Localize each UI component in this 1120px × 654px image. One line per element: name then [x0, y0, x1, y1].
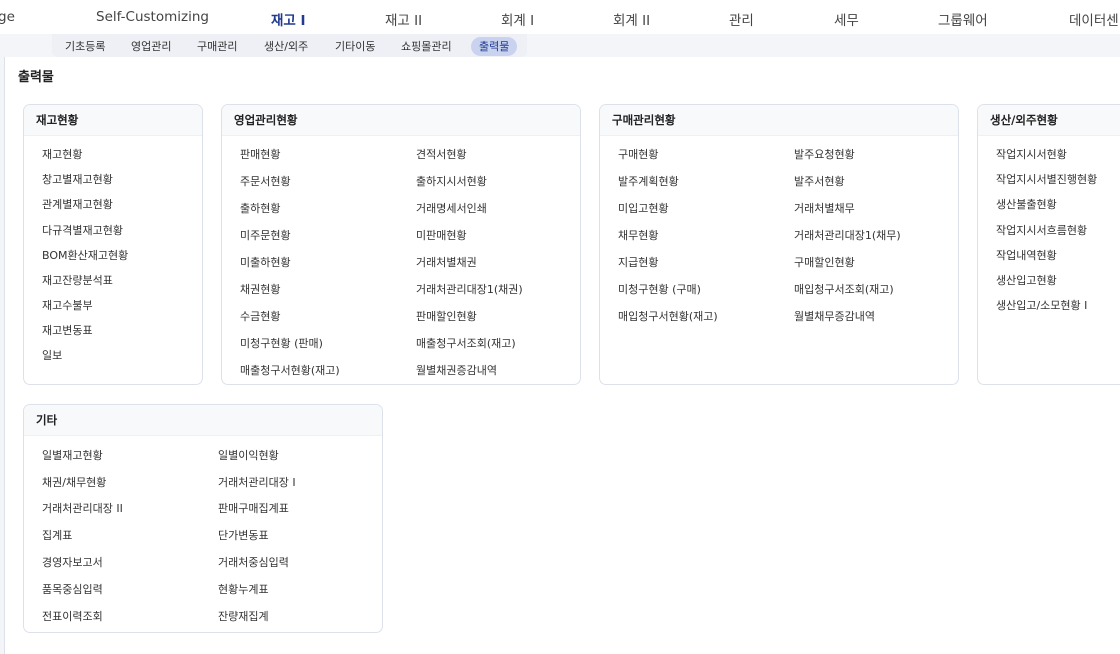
- nav-item-manage[interactable]: ge: [0, 9, 15, 25]
- report-link[interactable]: 전표이력조회: [42, 608, 103, 624]
- report-link[interactable]: 판매구매집계표: [218, 500, 289, 516]
- report-link[interactable]: 월별채무증감내역: [794, 308, 875, 324]
- report-link[interactable]: 작업지시서현황: [996, 146, 1067, 162]
- tab-production-outsourcing[interactable]: 생산/외주: [256, 37, 316, 56]
- card-title: 생산/외주현황: [978, 105, 1120, 136]
- report-link[interactable]: 구매할인현황: [794, 254, 855, 270]
- report-link[interactable]: 단가변동표: [218, 527, 269, 543]
- report-link[interactable]: 일보: [42, 347, 62, 363]
- report-link[interactable]: 거래처관리대장1(채권): [416, 281, 523, 297]
- report-link[interactable]: 주문서현황: [240, 173, 291, 189]
- report-link[interactable]: 미주문현황: [240, 227, 291, 243]
- tab-purchase-management[interactable]: 구매관리: [189, 37, 245, 56]
- report-link[interactable]: 관계별재고현황: [42, 196, 113, 212]
- report-link[interactable]: 현황누계표: [218, 581, 269, 597]
- report-link[interactable]: 재고잔량분석표: [42, 272, 113, 288]
- report-link[interactable]: 경영자보고서: [42, 554, 103, 570]
- card-inventory-status: 재고현황 재고현황 창고별재고현황 관계별재고현황 다규격별재고현황 BOM환산…: [23, 104, 203, 385]
- sub-navigation: 기초등록 영업관리 구매관리 생산/외주 기타이동 쇼핑몰관리 출력물: [52, 34, 527, 57]
- report-link[interactable]: 채무현황: [618, 227, 658, 243]
- report-link[interactable]: 판매할인현황: [416, 308, 477, 324]
- report-link[interactable]: 매입청구서현황(재고): [618, 308, 718, 324]
- tab-printouts[interactable]: 출력물: [471, 37, 518, 56]
- report-link[interactable]: 생산입고/소모현황 I: [996, 297, 1087, 313]
- report-link[interactable]: 거래처관리대장 II: [42, 500, 123, 516]
- report-link[interactable]: 발주요청현황: [794, 146, 855, 162]
- card-purchase-management-status: 구매관리현황 구매현황 발주요청현황 발주계획현황 발주서현황 미입고현황 거래…: [599, 104, 959, 385]
- nav-item-inventory-1[interactable]: 재고 I: [271, 9, 306, 29]
- report-link[interactable]: BOM환산재고현황: [42, 247, 128, 263]
- report-link[interactable]: 미입고현황: [618, 200, 669, 216]
- card-production-outsourcing-status: 생산/외주현황 작업지시서현황 작업지시서별진행현황 생산불출현황 작업지시서흐…: [977, 104, 1120, 385]
- card-title: 재고현황: [24, 105, 202, 136]
- tab-other-movement[interactable]: 기타이동: [327, 37, 383, 56]
- report-link[interactable]: 일별재고현황: [42, 447, 103, 463]
- report-link[interactable]: 거래명세서인쇄: [416, 200, 487, 216]
- report-link[interactable]: 재고변동표: [42, 322, 93, 338]
- report-link[interactable]: 작업지시서별진행현황: [996, 171, 1097, 187]
- report-link[interactable]: 거래처중심입력: [218, 554, 289, 570]
- report-link[interactable]: 지급현황: [618, 254, 658, 270]
- report-link[interactable]: 미판매현황: [416, 227, 467, 243]
- tab-sales-management[interactable]: 영업관리: [123, 37, 179, 56]
- report-link[interactable]: 구매현황: [618, 146, 658, 162]
- report-link[interactable]: 집계표: [42, 527, 72, 543]
- report-link[interactable]: 월별채권증감내역: [416, 362, 497, 378]
- report-link[interactable]: 일별이익현황: [218, 447, 279, 463]
- nav-item-groupware[interactable]: 그룹웨어: [938, 9, 988, 29]
- report-link[interactable]: 매입청구서조회(재고): [794, 281, 894, 297]
- report-link[interactable]: 생산불출현황: [996, 196, 1057, 212]
- report-link[interactable]: 미청구현황 (판매): [240, 335, 323, 351]
- card-title: 영업관리현황: [222, 105, 580, 136]
- report-link[interactable]: 잔량재집계: [218, 608, 269, 624]
- report-link[interactable]: 작업지시서흐름현황: [996, 222, 1087, 238]
- report-link[interactable]: 미출하현황: [240, 254, 291, 270]
- report-link[interactable]: 수금현황: [240, 308, 280, 324]
- report-link[interactable]: 매출청구서현황(재고): [240, 362, 340, 378]
- nav-item-inventory-2[interactable]: 재고 II: [385, 9, 422, 29]
- nav-item-admin[interactable]: 관리: [729, 9, 754, 29]
- report-link[interactable]: 출하지시서현황: [416, 173, 487, 189]
- report-link[interactable]: 매출청구서조회(재고): [416, 335, 516, 351]
- card-others: 기타 일별재고현황 일별이익현황 채권/채무현황 거래처관리대장 I 거래처관리…: [23, 404, 383, 633]
- top-navigation: ge Self-Customizing 재고 I 재고 II 회계 I 회계 I…: [0, 0, 1120, 34]
- card-sales-management-status: 영업관리현황 판매현황 견적서현황 주문서현황 출하지시서현황 출하현황 거래명…: [221, 104, 581, 385]
- report-link[interactable]: 채권/채무현황: [42, 474, 106, 490]
- report-link[interactable]: 발주서현황: [794, 173, 845, 189]
- report-link[interactable]: 판매현황: [240, 146, 280, 162]
- report-link[interactable]: 발주계획현황: [618, 173, 679, 189]
- report-link[interactable]: 거래처관리대장1(채무): [794, 227, 901, 243]
- report-link[interactable]: 다규격별재고현황: [42, 222, 123, 238]
- printouts-page: 출력물 재고현황 재고현황 창고별재고현황 관계별재고현황 다규격별재고현황 B…: [4, 57, 1120, 654]
- page-title: 출력물: [18, 70, 54, 85]
- tab-basic-registration[interactable]: 기초등록: [57, 37, 113, 56]
- report-link[interactable]: 거래처별채권: [416, 254, 477, 270]
- report-link[interactable]: 재고수불부: [42, 297, 93, 313]
- nav-item-tax[interactable]: 세무: [834, 9, 859, 29]
- report-link[interactable]: 거래처관리대장 I: [218, 474, 296, 490]
- report-link[interactable]: 채권현황: [240, 281, 280, 297]
- report-link[interactable]: 품목중심입력: [42, 581, 103, 597]
- nav-item-accounting-1[interactable]: 회계 I: [501, 9, 534, 29]
- card-title: 기타: [24, 405, 382, 436]
- report-link[interactable]: 재고현황: [42, 146, 82, 162]
- report-link[interactable]: 견적서현황: [416, 146, 467, 162]
- report-link[interactable]: 작업내역현황: [996, 247, 1057, 263]
- report-link[interactable]: 창고별재고현황: [42, 171, 113, 187]
- nav-item-accounting-2[interactable]: 회계 II: [613, 9, 650, 29]
- card-title: 구매관리현황: [600, 105, 958, 136]
- report-link[interactable]: 생산입고현황: [996, 272, 1057, 288]
- report-link[interactable]: 미청구현황 (구매): [618, 281, 701, 297]
- report-link[interactable]: 출하현황: [240, 200, 280, 216]
- nav-item-self-customizing[interactable]: Self-Customizing: [96, 9, 209, 25]
- report-link[interactable]: 거래처별채무: [794, 200, 855, 216]
- tab-shopping-mall[interactable]: 쇼핑몰관리: [393, 37, 460, 56]
- nav-item-data-center[interactable]: 데이터센: [1069, 9, 1119, 29]
